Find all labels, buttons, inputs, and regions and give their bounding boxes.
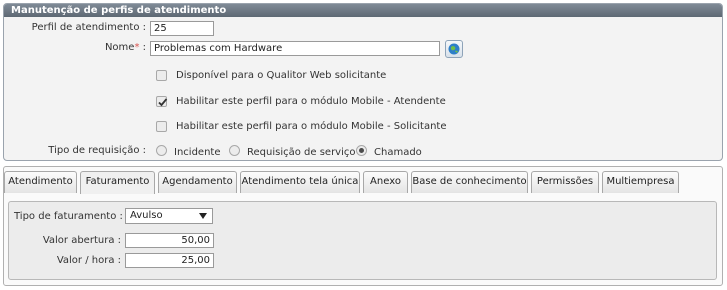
- checkmark-icon: [158, 98, 168, 107]
- radio-chamado[interactable]: [356, 145, 367, 156]
- valor-abertura-label: Valor abertura :: [42, 235, 121, 246]
- valor-abertura-input[interactable]: [125, 233, 214, 248]
- tipo-faturamento-label: Tipo de faturamento :: [14, 211, 123, 222]
- required-mark: *: [134, 42, 140, 53]
- globe-icon: [448, 43, 460, 55]
- radio-selected-dot: [359, 148, 364, 153]
- tab-atendimento-tela-unica[interactable]: Atendimento tela única: [240, 171, 360, 193]
- nome-colon: :: [142, 42, 146, 53]
- perfil-input[interactable]: [150, 21, 214, 36]
- tab-anexo[interactable]: Anexo: [363, 171, 408, 193]
- translate-button[interactable]: [445, 40, 463, 58]
- radio-requisicao-servico[interactable]: [229, 145, 240, 156]
- nome-input[interactable]: [150, 41, 440, 56]
- tipo-faturamento-select[interactable]: Avulso: [125, 208, 213, 224]
- checkbox-web-solicitante[interactable]: [156, 70, 167, 81]
- checkbox-mobile-atendente-label: Habilitar este perfil para o módulo Mobi…: [176, 96, 446, 107]
- checkbox-mobile-solicitante[interactable]: [156, 121, 167, 132]
- tab-agendamento[interactable]: Agendamento: [158, 171, 237, 193]
- tab-faturamento[interactable]: Faturamento: [80, 171, 155, 194]
- perfil-label: Perfil de atendimento :: [31, 22, 146, 33]
- valor-hora-input[interactable]: [125, 253, 214, 268]
- tipo-requisicao-label: Tipo de requisição :: [48, 145, 146, 156]
- radio-incidente-label: Incidente: [174, 147, 221, 158]
- checkbox-mobile-solicitante-label: Habilitar este perfil para o módulo Mobi…: [176, 121, 447, 132]
- tab-multiempresa[interactable]: Multiempresa: [602, 171, 679, 193]
- nome-label-group: Nome* :: [20, 42, 146, 53]
- dropdown-arrow-icon: [199, 213, 207, 219]
- tipo-faturamento-value: Avulso: [130, 210, 163, 221]
- checkbox-web-solicitante-label: Disponível para o Qualitor Web solicitan…: [176, 70, 387, 81]
- valor-hora-label: Valor / hora :: [56, 255, 121, 266]
- panel-title: Manutenção de perfis de atendimento: [4, 4, 722, 17]
- radio-requisicao-servico-label: Requisição de serviço: [247, 147, 356, 158]
- checkbox-mobile-atendente[interactable]: [156, 96, 168, 107]
- radio-chamado-label: Chamado: [374, 147, 422, 158]
- tab-base-conhecimento[interactable]: Base de conhecimento: [411, 171, 528, 193]
- tab-atendimento[interactable]: Atendimento: [4, 171, 77, 193]
- nome-label: Nome: [104, 42, 135, 53]
- radio-incidente[interactable]: [156, 145, 167, 156]
- tab-permissoes[interactable]: Permissões: [531, 171, 599, 193]
